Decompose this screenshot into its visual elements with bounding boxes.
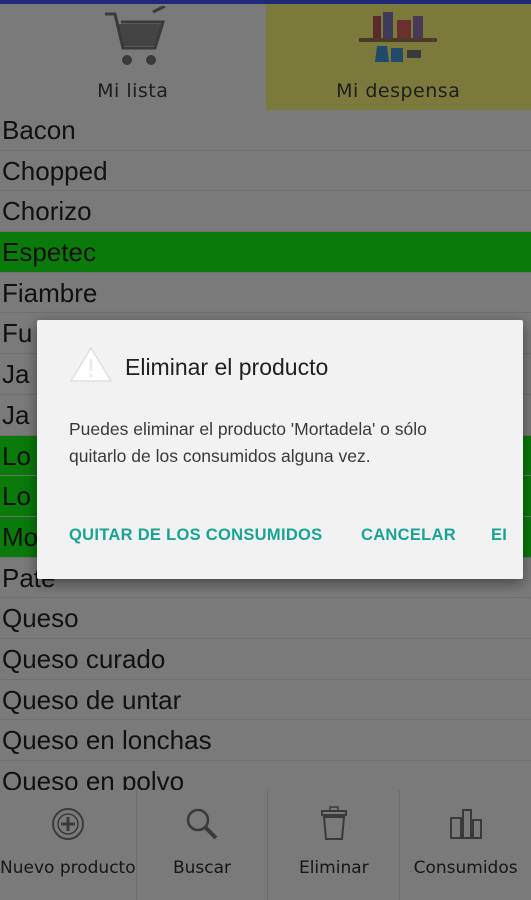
tab-bar: Mi lista Mi despensa (0, 4, 531, 110)
consumed-button[interactable]: Consumidos (400, 790, 531, 900)
list-item[interactable]: Queso de untar (0, 680, 531, 721)
pantry-shelf-icon (353, 6, 443, 76)
list-item[interactable]: Chopped (0, 151, 531, 192)
warning-icon (69, 346, 113, 388)
delete-product-dialog: Eliminar el producto Puedes eliminar el … (37, 320, 523, 579)
list-item[interactable]: Bacon (0, 110, 531, 151)
shopping-cart-icon (95, 4, 171, 80)
tab-mi-lista[interactable]: Mi lista (0, 4, 266, 110)
nav-label: Consumidos (413, 858, 518, 878)
list-item[interactable]: Queso en polvo (0, 761, 531, 790)
tab-label: Mi despensa (336, 80, 461, 102)
list-item[interactable]: Queso (0, 598, 531, 639)
dialog-message: Puedes eliminar el producto 'Mortadela' … (69, 419, 427, 466)
new-product-button[interactable]: Nuevo producto (0, 790, 137, 900)
list-item-consumed[interactable]: Espetec (0, 232, 531, 273)
consumed-icon (447, 804, 485, 844)
tab-label: Mi lista (97, 80, 169, 102)
dialog-title: Eliminar el producto (125, 353, 329, 380)
list-item[interactable]: Queso curado (0, 639, 531, 680)
trash-icon (318, 804, 350, 844)
nav-label: Nuevo producto (0, 858, 136, 878)
bottom-toolbar: Nuevo producto Buscar Eliminar Consumido… (0, 790, 531, 900)
list-item[interactable]: Chorizo (0, 191, 531, 233)
remove-from-consumed-button[interactable]: QUITAR DE LOS CONSUMIDOS (69, 526, 322, 545)
dialog-actions: QUITAR DE LOS CONSUMIDOS CANCELAR EI (69, 526, 523, 550)
magnifier-icon (184, 804, 220, 844)
search-button[interactable]: Buscar (137, 790, 269, 900)
delete-button[interactable]: EI (491, 526, 507, 545)
add-circle-icon (50, 804, 86, 844)
dialog-header: Eliminar el producto (69, 346, 328, 388)
nav-label: Buscar (172, 858, 232, 878)
list-item[interactable]: Fiambre (0, 273, 531, 314)
delete-button[interactable]: Eliminar (268, 790, 401, 900)
nav-label: Eliminar (298, 858, 369, 878)
cancel-button[interactable]: CANCELAR (361, 526, 456, 545)
list-item[interactable]: Queso en lonchas (0, 720, 531, 761)
tab-mi-despensa[interactable]: Mi despensa (265, 4, 531, 110)
